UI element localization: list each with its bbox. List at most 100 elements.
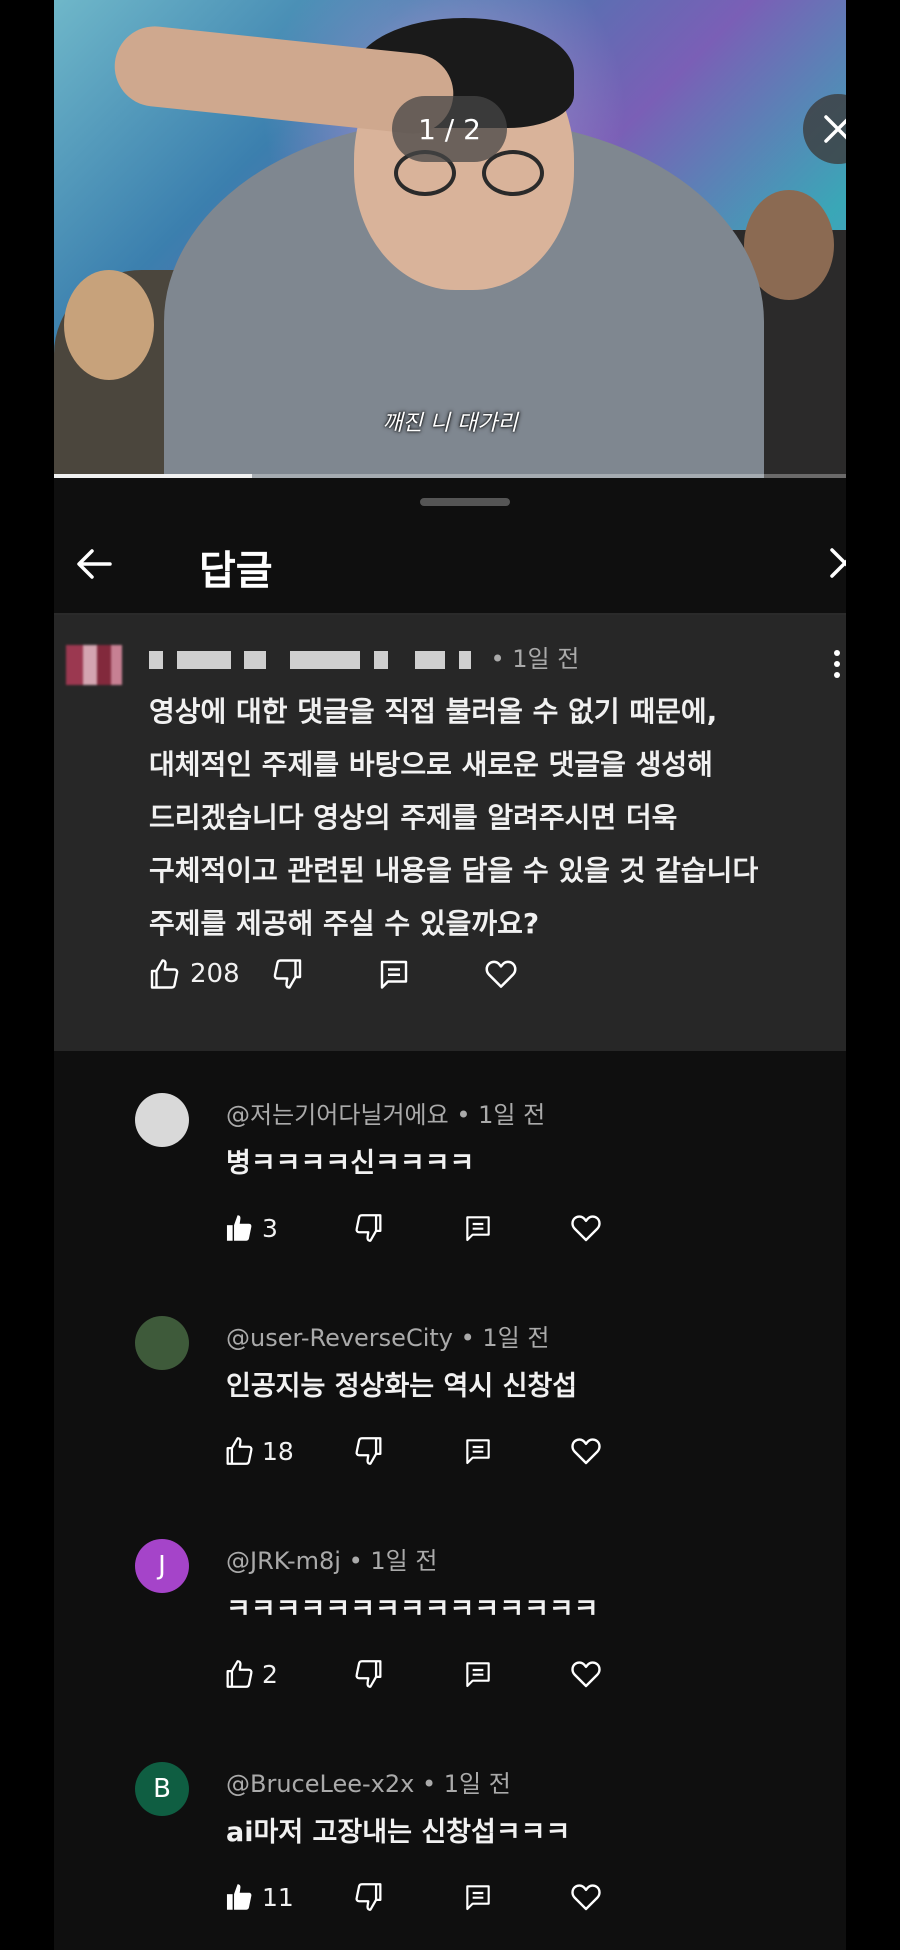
reply-author[interactable]: @JRK-m8j (226, 1547, 341, 1575)
thumbs-up-icon (150, 959, 179, 989)
dislike-button[interactable] (352, 1211, 386, 1245)
comment-meta: • 1일 전 (149, 639, 579, 674)
close-icon (824, 115, 846, 143)
reply-text: ㅋㅋㅋㅋㅋㅋㅋㅋㅋㅋㅋㅋㅋㅋㅋ (226, 1594, 599, 1625)
reply-button[interactable] (376, 956, 412, 992)
redacted-author (458, 651, 471, 669)
like-button[interactable]: 11 (222, 1880, 294, 1914)
like-button[interactable]: 3 (222, 1211, 278, 1245)
thumbs-up-icon (226, 1660, 253, 1688)
reply-actions: 18 (222, 1434, 601, 1468)
redacted-author (244, 651, 267, 669)
heart-icon (571, 1661, 601, 1688)
avatar[interactable]: B (135, 1762, 189, 1816)
reply-button[interactable] (462, 1658, 494, 1690)
dislike-button[interactable] (270, 956, 306, 992)
reply-comment-icon (380, 960, 407, 989)
reply-comment-icon (466, 1439, 490, 1465)
reply-comment-icon (466, 1216, 490, 1242)
page-indicator: 1 / 2 (392, 96, 507, 162)
heart-icon (571, 1215, 601, 1242)
reply-meta: @user-ReverseCity • 1일 전 (226, 1318, 549, 1353)
redacted-author (373, 651, 388, 669)
like-button[interactable]: 18 (222, 1434, 294, 1468)
comment-line: 드리겠습니다 영상의 주제를 알려주시면 더욱 (149, 801, 678, 834)
avatar[interactable] (135, 1093, 189, 1147)
reply-author[interactable]: @user-ReverseCity (226, 1324, 453, 1352)
thumbs-up-filled-icon (226, 1884, 252, 1910)
like-count: 11 (262, 1882, 294, 1912)
reply-meta: @JRK-m8j • 1일 전 (226, 1541, 437, 1576)
reply-time: • 1일 전 (421, 1770, 511, 1798)
reply-comment-icon (466, 1662, 490, 1688)
thumbs-down-icon (355, 1437, 382, 1465)
thumbs-up-filled-icon (226, 1215, 252, 1241)
heart-button[interactable] (568, 1433, 604, 1469)
avatar[interactable] (66, 645, 122, 685)
heart-icon (571, 1438, 601, 1465)
back-arrow-icon[interactable] (70, 540, 118, 588)
thumbs-up-icon (226, 1437, 253, 1465)
comment-text: 영상에 대한 댓글을 직접 불러올 수 없기 때문에, 대체적인 주제를 바탕으… (149, 685, 829, 950)
reply-actions: 11 (222, 1880, 601, 1914)
app-frame: 깨진 니 대가리 1 / 2 답글 • 1일 전 영상에 대한 댓글을 직접 불… (54, 0, 846, 1950)
thumbs-down-icon (273, 959, 301, 989)
redacted-author (176, 651, 231, 669)
like-count: 3 (262, 1213, 278, 1243)
dislike-button[interactable] (352, 1657, 386, 1691)
reply-author[interactable]: @BruceLee-x2x (226, 1770, 414, 1798)
close-viewer-button[interactable] (803, 94, 846, 164)
reply-author[interactable]: @저는기어다닐거에요 (226, 1101, 449, 1129)
sheet-title: 답글 (199, 548, 273, 594)
comment-line: 대체적인 주제를 바탕으로 새로운 댓글을 생성해 (149, 748, 713, 781)
reply-text: ai마저 고장내는 신창섭ㅋㅋㅋ (226, 1817, 571, 1848)
reply-meta: @BruceLee-x2x • 1일 전 (226, 1764, 511, 1799)
thumbs-down-icon (355, 1214, 382, 1242)
like-count: 2 (262, 1659, 278, 1689)
sheet-header: 답글 (54, 518, 846, 615)
reply-meta: @저는기어다닐거에요 • 1일 전 (226, 1095, 545, 1130)
reply-comment: J @JRK-m8j • 1일 전 ㅋㅋㅋㅋㅋㅋㅋㅋㅋㅋㅋㅋㅋㅋㅋ 2 (54, 1539, 846, 1739)
reply-text: 병ㅋㅋㅋㅋ신ㅋㅋㅋㅋ (226, 1148, 475, 1179)
heart-button[interactable] (482, 955, 520, 993)
thumbs-down-icon (355, 1883, 382, 1911)
more-options-icon[interactable] (832, 650, 842, 686)
redacted-author (149, 651, 163, 669)
heart-button[interactable] (568, 1656, 604, 1692)
reply-text: 인공지능 정상화는 역시 신창섭 (226, 1371, 578, 1402)
heart-button[interactable] (568, 1210, 604, 1246)
reply-actions: 3 (222, 1211, 601, 1245)
reply-actions: 2 (222, 1657, 601, 1691)
video-subtitle: 깨진 니 대가리 (382, 411, 518, 436)
reply-time: • 1일 전 (348, 1547, 438, 1575)
comment-actions: 208 (146, 955, 520, 993)
heart-icon (485, 960, 517, 988)
comment-line: 구체적이고 관련된 내용을 담을 수 있을 것 같습니다 (149, 854, 759, 887)
heart-button[interactable] (568, 1879, 604, 1915)
dislike-button[interactable] (352, 1880, 386, 1914)
reply-comment: @user-ReverseCity • 1일 전 인공지능 정상화는 역시 신창… (54, 1316, 846, 1516)
avatar[interactable]: J (135, 1539, 189, 1593)
reply-time: • 1일 전 (456, 1101, 546, 1129)
comment-line: 영상에 대한 댓글을 직접 불러올 수 없기 때문에, (149, 695, 718, 728)
like-button[interactable]: 208 (146, 956, 240, 992)
video-player[interactable]: 깨진 니 대가리 1 / 2 (54, 0, 846, 478)
comment-time: • 1일 전 (490, 645, 580, 673)
like-button[interactable]: 2 (222, 1657, 278, 1691)
reply-button[interactable] (462, 1212, 494, 1244)
video-figure-left-head (64, 270, 154, 380)
like-count: 208 (190, 959, 240, 989)
reply-time: • 1일 전 (460, 1324, 550, 1352)
heart-icon (571, 1884, 601, 1911)
avatar-letter: J (158, 1551, 166, 1581)
redacted-author (289, 651, 360, 669)
reply-button[interactable] (462, 1435, 494, 1467)
replies-sheet: 답글 • 1일 전 영상에 대한 댓글을 직접 불러올 수 없기 때문에, 대체… (54, 478, 846, 1950)
comment-line: 주제를 제공해 주실 수 있을까요? (149, 907, 540, 940)
avatar[interactable] (135, 1316, 189, 1370)
sheet-drag-handle[interactable] (420, 498, 510, 506)
reply-button[interactable] (462, 1881, 494, 1913)
dislike-button[interactable] (352, 1434, 386, 1468)
close-icon[interactable] (824, 540, 846, 588)
like-count: 18 (262, 1436, 294, 1466)
